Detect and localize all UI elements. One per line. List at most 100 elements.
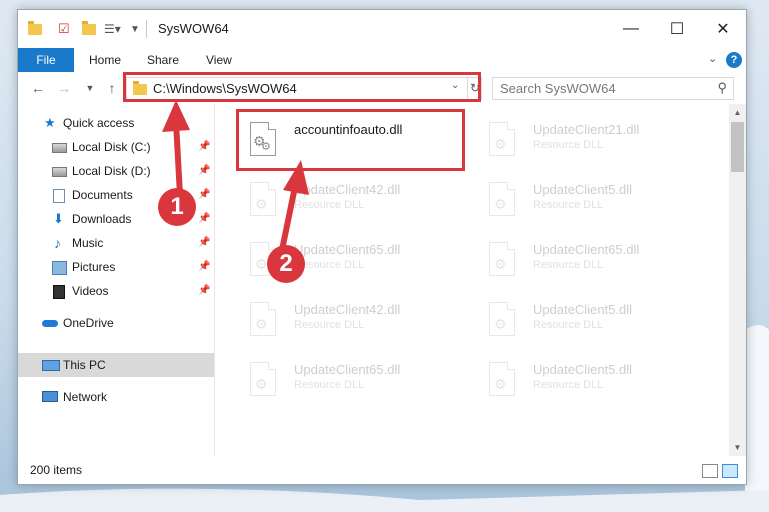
documents-icon — [53, 189, 65, 203]
file-name: UpdateClient5.dll — [533, 362, 633, 377]
file-item[interactable]: ⚙ UpdateClient65.dll Resource DLL — [240, 356, 470, 408]
file-item[interactable]: ⚙ UpdateClient5.dll Resource DLL — [479, 356, 709, 408]
star-icon: ★ — [44, 115, 56, 130]
file-item[interactable]: ⚙ UpdateClient21.dll Resource DLL — [479, 116, 709, 168]
step-1-badge: 1 — [158, 188, 196, 226]
dll-file-icon: ⚙ — [250, 182, 280, 222]
file-name: UpdateClient65.dll — [533, 242, 640, 257]
file-name: UpdateClient5.dll — [533, 182, 633, 197]
window-title: SysWOW64 — [158, 21, 229, 36]
sidebar-item-onedrive[interactable]: OneDrive — [18, 312, 214, 334]
download-icon: ⬇ — [53, 211, 64, 226]
pin-icon: 📌 — [198, 213, 211, 224]
properties-icon[interactable]: ☑ — [58, 20, 70, 38]
sidebar-item-label: Local Disk (D:) — [72, 164, 151, 178]
file-name: UpdateClient21.dll — [533, 122, 640, 137]
network-icon — [42, 391, 58, 402]
pin-icon: 📌 — [198, 237, 211, 248]
sidebar-item-videos[interactable]: Videos 📌 — [18, 280, 214, 302]
file-item[interactable]: ⚙ UpdateClient65.dll Resource DLL — [479, 236, 709, 288]
close-button[interactable]: ✕ — [700, 10, 746, 48]
file-item[interactable]: ⚙ UpdateClient5.dll Resource DLL — [479, 296, 709, 348]
file-name: UpdateClient42.dll — [294, 182, 401, 197]
item-count: 200 items — [30, 463, 83, 477]
sidebar-item-label: Pictures — [72, 260, 116, 274]
scroll-down-icon[interactable]: ▼ — [729, 439, 746, 456]
dll-file-icon: ⚙ — [489, 182, 519, 222]
tiles-view-icon[interactable] — [722, 464, 738, 478]
pin-icon: 📌 — [198, 141, 211, 152]
drive-icon — [52, 167, 67, 177]
pin-icon: 📌 — [198, 165, 211, 176]
sidebar-item-label: Videos — [72, 284, 109, 298]
file-name: UpdateClient5.dll — [533, 302, 633, 317]
dll-file-icon: ⚙ — [489, 302, 519, 342]
dll-file-icon: ⚙ — [250, 302, 280, 342]
file-item[interactable]: ⚙ UpdateClient42.dll Resource DLL — [240, 176, 470, 228]
scroll-up-icon[interactable]: ▲ — [729, 104, 746, 121]
file-name: UpdateClient65.dll — [294, 242, 401, 257]
customize-toolbar-icon[interactable]: ☰▾ — [104, 20, 121, 38]
music-icon: ♪ — [54, 235, 61, 251]
pictures-icon — [52, 261, 67, 275]
recent-locations-icon[interactable]: ▼ — [80, 78, 100, 98]
forward-button[interactable]: → — [54, 78, 74, 98]
up-button[interactable]: ↑ — [102, 78, 122, 98]
file-type: Resource DLL — [533, 259, 604, 271]
status-bar: 200 items — [18, 456, 746, 484]
sidebar-item-music[interactable]: ♪ Music 📌 — [18, 232, 214, 254]
chevron-down-icon[interactable]: ▼ — [130, 20, 140, 38]
file-type: Resource DLL — [294, 379, 365, 391]
file-type: Resource DLL — [533, 199, 604, 211]
file-type: Resource DLL — [533, 379, 604, 391]
sidebar-item-label: Local Disk (C:) — [72, 140, 151, 154]
file-name: UpdateClient65.dll — [294, 362, 401, 377]
sidebar-item-label: Network — [63, 390, 108, 404]
videos-icon — [53, 285, 65, 299]
maximize-button[interactable]: ☐ — [654, 10, 700, 48]
onedrive-icon — [42, 320, 58, 327]
sidebar-item-this-pc[interactable]: This PC — [18, 353, 214, 377]
dll-file-icon: ⚙ — [489, 122, 519, 162]
file-type: Resource DLL — [294, 319, 365, 331]
tab-share[interactable]: Share — [147, 48, 179, 72]
pin-icon: 📌 — [198, 261, 211, 272]
sidebar-item-label: This PC — [63, 358, 106, 372]
help-icon[interactable]: ? — [726, 52, 742, 68]
scrollbar-thumb[interactable] — [731, 122, 744, 172]
vertical-scrollbar[interactable]: ▲ ▼ — [729, 104, 746, 456]
folder-icon — [28, 20, 42, 38]
navigation-pane: ★ Quick access Local Disk (C:) 📌 Local D… — [18, 104, 215, 456]
dll-file-icon: ⚙ — [489, 362, 519, 402]
file-type: Resource DLL — [294, 199, 365, 211]
sidebar-item-local-disk-d[interactable]: Local Disk (D:) 📌 — [18, 160, 214, 182]
sidebar-item-label: Music — [72, 236, 104, 250]
file-type: Resource DLL — [533, 139, 604, 151]
details-view-icon[interactable] — [702, 464, 718, 478]
sidebar-item-pictures[interactable]: Pictures 📌 — [18, 256, 214, 278]
new-folder-icon[interactable] — [82, 20, 96, 38]
expand-ribbon-icon[interactable]: ⌄ — [708, 52, 717, 65]
back-button[interactable]: ← — [28, 78, 48, 98]
tab-home[interactable]: Home — [89, 48, 121, 72]
dll-file-icon: ⚙ — [489, 242, 519, 282]
sidebar-item-local-disk-c[interactable]: Local Disk (C:) 📌 — [18, 136, 214, 158]
title-separator — [146, 20, 147, 38]
tab-view[interactable]: View — [206, 48, 232, 72]
sidebar-item-quick-access[interactable]: ★ Quick access — [18, 112, 214, 134]
file-name: UpdateClient42.dll — [294, 302, 401, 317]
address-bar-highlight — [123, 72, 481, 102]
search-input[interactable]: Search SysWOW64 — [500, 81, 616, 96]
file-highlight — [236, 109, 465, 171]
search-box[interactable]: Search SysWOW64 ⚲ — [492, 77, 734, 100]
search-icon: ⚲ — [717, 80, 727, 95]
file-item[interactable]: ⚙ UpdateClient42.dll Resource DLL — [240, 296, 470, 348]
step-2-badge: 2 — [267, 245, 305, 283]
pin-icon: 📌 — [198, 189, 211, 200]
sidebar-item-label: Quick access — [63, 116, 135, 130]
dll-file-icon: ⚙ — [250, 362, 280, 402]
drive-icon — [52, 143, 67, 153]
sidebar-item-network[interactable]: Network — [18, 386, 214, 408]
file-item[interactable]: ⚙ UpdateClient5.dll Resource DLL — [479, 176, 709, 228]
minimize-button[interactable]: — — [608, 10, 654, 48]
